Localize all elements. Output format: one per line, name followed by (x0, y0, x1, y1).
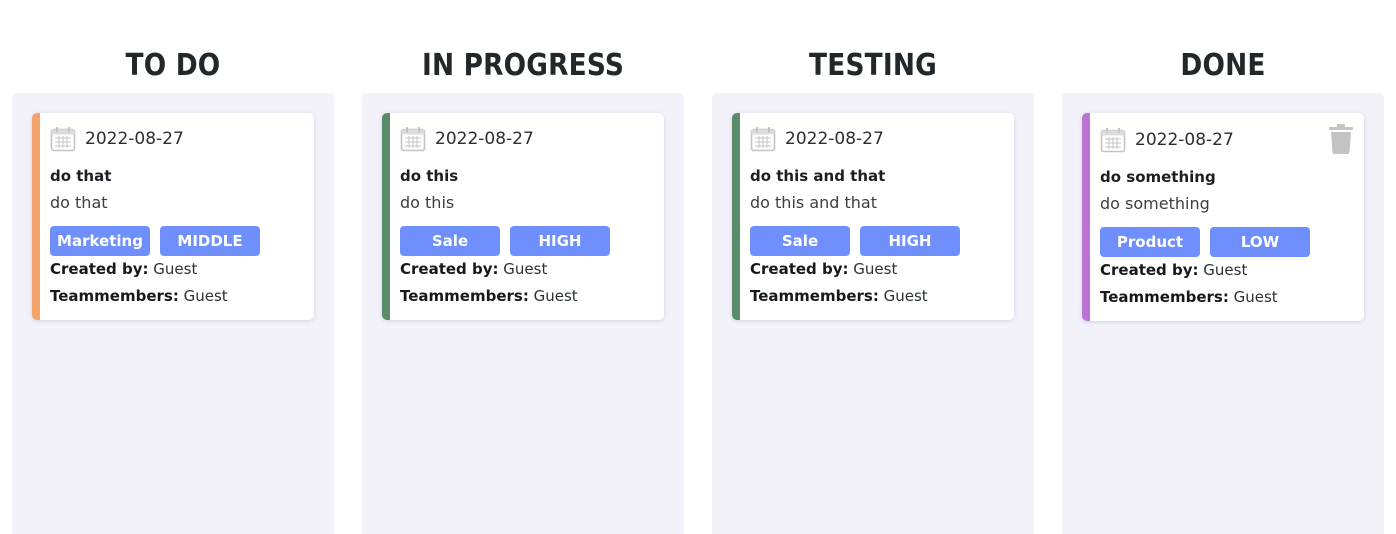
task-card[interactable]: 2022-08-27 do that do that Marketing MID… (32, 113, 314, 320)
column-todo: TO DO 2022-08-27 do that do that Marketi… (12, 0, 334, 534)
calendar-icon (400, 127, 426, 152)
card-description: do this (400, 193, 455, 212)
teammembers-value: Guest (1228, 288, 1278, 306)
teammembers-label: Teammembers: (50, 287, 179, 305)
card-date-row: 2022-08-27 (750, 125, 884, 153)
calendar-icon (1100, 128, 1126, 153)
teammembers: Teammembers: Guest (1100, 288, 1278, 306)
teammembers: Teammembers: Guest (400, 287, 578, 305)
calendar-icon (50, 127, 76, 152)
created-by-label: Created by: (750, 260, 849, 278)
column-body[interactable]: 2022-08-27 do something do something Pro… (1062, 93, 1384, 534)
category-tag: Marketing (50, 226, 150, 256)
trash-icon[interactable] (1328, 124, 1354, 154)
card-date: 2022-08-27 (785, 129, 884, 149)
created-by-label: Created by: (400, 260, 499, 278)
card-tags: Sale HIGH (750, 226, 960, 256)
created-by-label: Created by: (1100, 261, 1199, 279)
column-body[interactable]: 2022-08-27 do that do that Marketing MID… (12, 93, 334, 534)
teammembers-label: Teammembers: (750, 287, 879, 305)
teammembers-value: Guest (178, 287, 228, 305)
priority-tag: HIGH (510, 226, 610, 256)
calendar-icon (750, 127, 776, 152)
created-by-label: Created by: (50, 260, 149, 278)
card-title: do this and that (750, 167, 886, 185)
priority-tag: MIDDLE (160, 226, 260, 256)
teammembers: Teammembers: Guest (750, 287, 928, 305)
created-by: Created by: Guest (50, 260, 197, 278)
column-title: TO DO (125, 48, 221, 83)
task-card[interactable]: 2022-08-27 do this and that do this and … (732, 113, 1014, 320)
created-by-value: Guest (148, 260, 198, 278)
column-title: DONE (1180, 48, 1266, 83)
card-tags: Marketing MIDDLE (50, 226, 260, 256)
card-description: do this and that (750, 193, 877, 212)
card-date: 2022-08-27 (435, 129, 534, 149)
column-testing: TESTING 2022-08-27 do this and that do t… (712, 0, 1034, 534)
card-tags: Sale HIGH (400, 226, 610, 256)
card-date-row: 2022-08-27 (400, 125, 534, 153)
column-in-progress: IN PROGRESS 2022-08-27 do this do this S… (362, 0, 684, 534)
card-description: do that (50, 193, 108, 212)
column-body[interactable]: 2022-08-27 do this do this Sale HIGH Cre… (362, 93, 684, 534)
card-date-row: 2022-08-27 (50, 125, 184, 153)
priority-tag: HIGH (860, 226, 960, 256)
created-by: Created by: Guest (400, 260, 547, 278)
teammembers-value: Guest (528, 287, 578, 305)
card-tags: Product LOW (1100, 227, 1310, 257)
task-card[interactable]: 2022-08-27 do something do something Pro… (1082, 113, 1364, 321)
card-description: do something (1100, 194, 1210, 213)
card-color-stripe (732, 113, 740, 320)
column-title: TESTING (809, 48, 937, 83)
teammembers-value: Guest (878, 287, 928, 305)
priority-tag: LOW (1210, 227, 1310, 257)
category-tag: Sale (400, 226, 500, 256)
teammembers: Teammembers: Guest (50, 287, 228, 305)
card-color-stripe (1082, 113, 1090, 321)
category-tag: Sale (750, 226, 850, 256)
created-by-value: Guest (1198, 261, 1248, 279)
teammembers-label: Teammembers: (400, 287, 529, 305)
task-card[interactable]: 2022-08-27 do this do this Sale HIGH Cre… (382, 113, 664, 320)
created-by-value: Guest (848, 260, 898, 278)
created-by: Created by: Guest (750, 260, 897, 278)
column-body[interactable]: 2022-08-27 do this and that do this and … (712, 93, 1034, 534)
kanban-board: TO DO 2022-08-27 do that do that Marketi… (0, 0, 1396, 534)
card-title: do that (50, 167, 112, 185)
created-by-value: Guest (498, 260, 548, 278)
category-tag: Product (1100, 227, 1200, 257)
created-by: Created by: Guest (1100, 261, 1247, 279)
card-date: 2022-08-27 (85, 129, 184, 149)
card-color-stripe (382, 113, 390, 320)
card-date-row: 2022-08-27 (1100, 126, 1234, 154)
card-title: do this (400, 167, 459, 185)
column-title: IN PROGRESS (421, 48, 625, 83)
card-color-stripe (32, 113, 40, 320)
card-date: 2022-08-27 (1135, 130, 1234, 150)
card-title: do something (1100, 168, 1216, 186)
teammembers-label: Teammembers: (1100, 288, 1229, 306)
column-done: DONE 2022-08-27 do something do somethin… (1062, 0, 1384, 534)
